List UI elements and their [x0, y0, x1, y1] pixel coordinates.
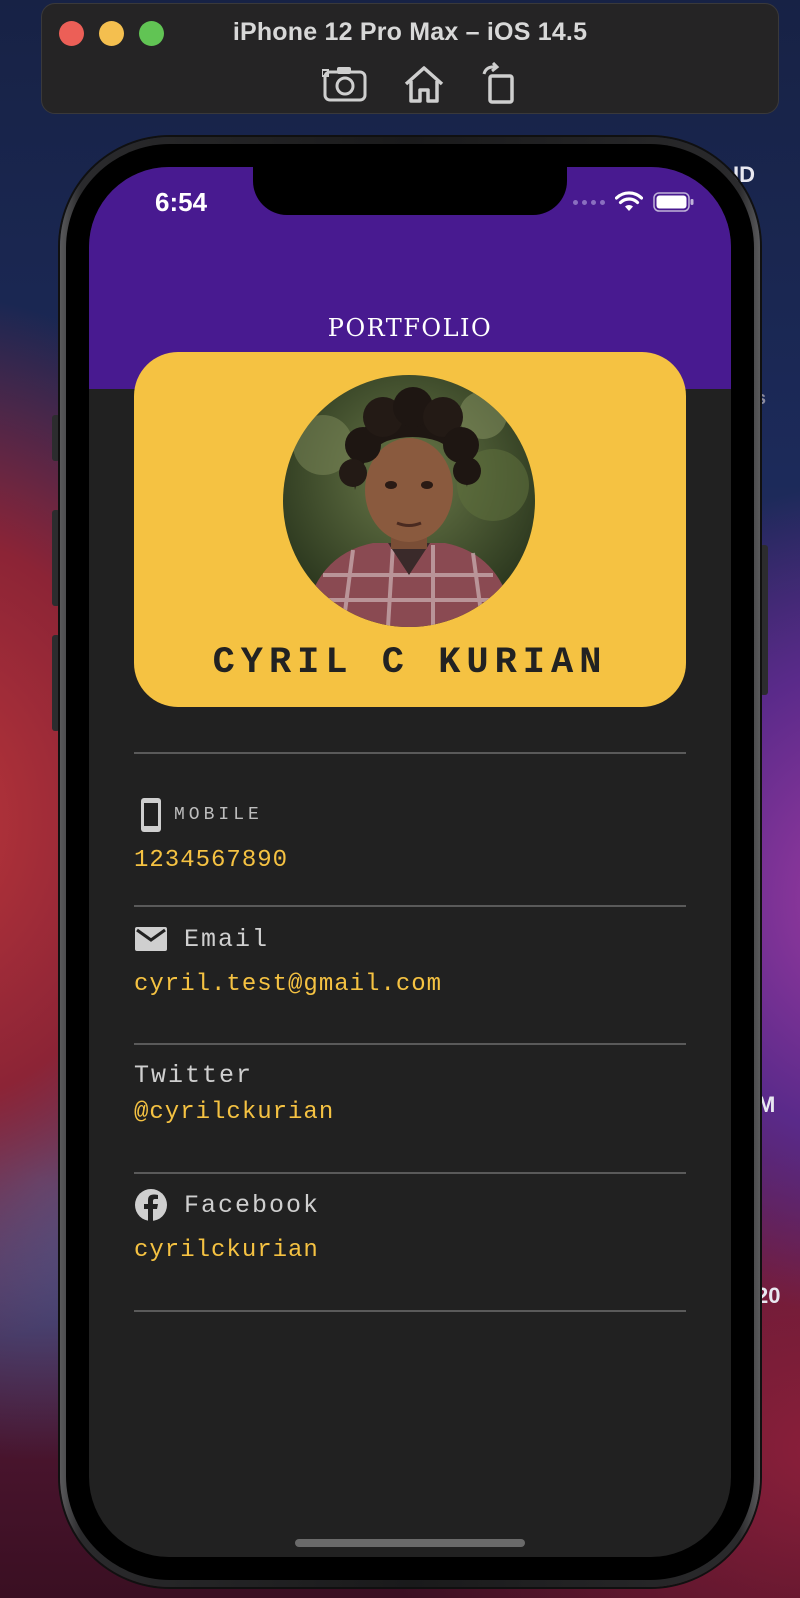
- divider: [134, 1043, 686, 1045]
- facebook-icon: [135, 1189, 167, 1221]
- simulator-title-bar: iPhone 12 Pro Max – iOS 14.5: [41, 3, 779, 114]
- divider: [134, 752, 686, 754]
- contact-twitter[interactable]: Twitter @cyrilckurian: [134, 1055, 686, 1127]
- divider: [134, 1172, 686, 1174]
- contact-value[interactable]: @cyrilckurian: [134, 1099, 686, 1126]
- contact-label: MOBILE: [174, 805, 263, 825]
- contact-facebook[interactable]: Facebook cyrilckurian: [134, 1185, 686, 1264]
- battery-icon: [653, 192, 694, 212]
- rotate-icon[interactable]: [476, 61, 524, 106]
- screenshot-icon[interactable]: [321, 62, 370, 106]
- status-time: 6:54: [155, 187, 208, 217]
- contact-value[interactable]: cyrilckurian: [134, 1237, 686, 1264]
- status-icons: [573, 189, 695, 215]
- silent-switch: [52, 415, 60, 461]
- volume-down-button: [52, 635, 60, 731]
- phone-screen: 6:54 PORTFOLIO CYRIL C KURIAN MOBILE 123…: [89, 167, 731, 1557]
- contact-label: Twitter: [134, 1060, 254, 1090]
- divider: [134, 905, 686, 907]
- profile-avatar: [283, 375, 535, 627]
- phone-notch: [253, 167, 567, 215]
- cellular-dots-icon: [573, 199, 605, 205]
- power-button: [760, 545, 768, 695]
- contact-value[interactable]: 1234567890: [134, 847, 686, 874]
- divider: [134, 1310, 686, 1312]
- contact-label: Email: [184, 924, 270, 954]
- app-title: PORTFOLIO: [327, 314, 493, 342]
- home-icon[interactable]: [400, 62, 448, 106]
- mobile-phone-icon: [141, 798, 161, 832]
- contact-label: Facebook: [184, 1190, 321, 1220]
- email-icon: [135, 927, 167, 951]
- profile-name: CYRIL C KURIAN: [212, 642, 608, 684]
- home-indicator[interactable]: [295, 1539, 525, 1547]
- simulator-title: iPhone 12 Pro Max – iOS 14.5: [232, 18, 588, 46]
- wifi-icon: [615, 191, 643, 211]
- volume-up-button: [52, 510, 60, 606]
- profile-card: CYRIL C KURIAN: [134, 352, 686, 707]
- contact-value[interactable]: cyril.test@gmail.com: [134, 971, 686, 998]
- contact-mobile[interactable]: MOBILE 1234567890: [134, 795, 686, 874]
- contact-email[interactable]: Email cyril.test@gmail.com: [134, 919, 686, 999]
